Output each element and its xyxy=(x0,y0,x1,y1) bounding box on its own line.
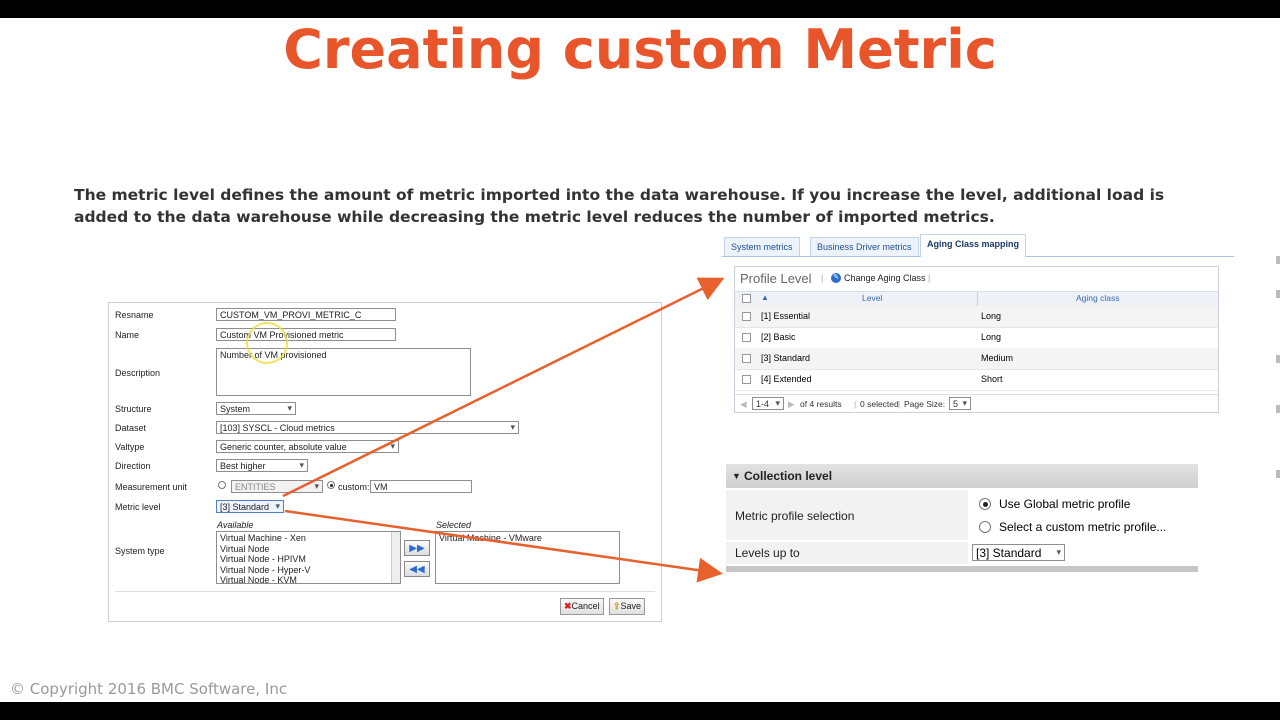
arrow-to-aging-table xyxy=(282,277,725,498)
copyright-text: © Copyright 2016 BMC Software, Inc xyxy=(10,680,288,698)
arrow-to-collection-level xyxy=(284,509,723,583)
annotation-arrows xyxy=(282,277,725,583)
